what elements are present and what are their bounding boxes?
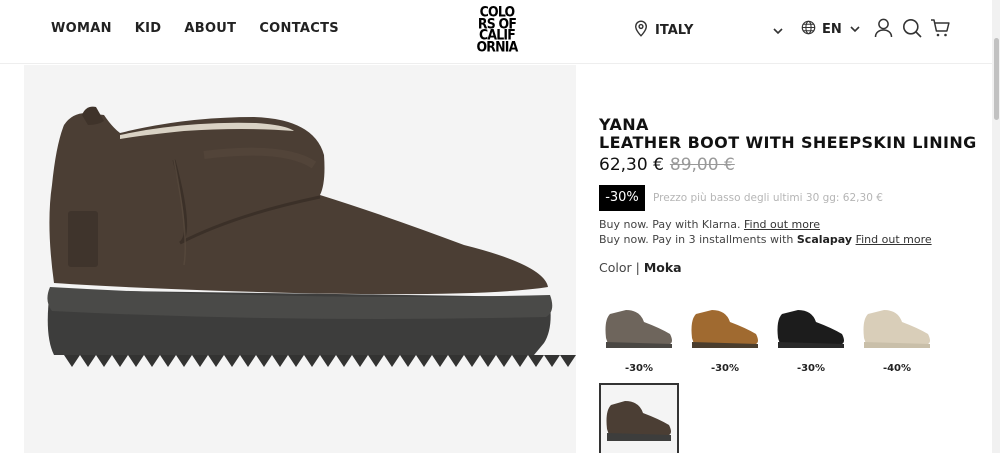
variant-swatch[interactable] (686, 292, 764, 362)
logo-line: ORNIA (476, 37, 518, 55)
color-value: Moka (643, 260, 682, 275)
variant-swatch[interactable] (858, 292, 936, 362)
variant-discount: -40% (882, 363, 912, 374)
discount-row: -30% Prezzo più basso degli ultimi 30 gg… (599, 185, 883, 211)
product-image[interactable] (24, 65, 592, 453)
nav-contacts[interactable]: CONTACTS (259, 20, 339, 38)
nav-woman[interactable]: WOMAN (51, 20, 112, 38)
boot-thumbnail (605, 310, 672, 348)
variant-discount: -30% (624, 363, 654, 374)
product-title: LEATHER BOOT WITH SHEEPSKIN LINING (599, 133, 977, 152)
main-nav: WOMAN KID ABOUT CONTACTS (51, 20, 362, 38)
boot-illustration (47, 106, 592, 367)
country-selector[interactable]: ITALY (634, 20, 693, 41)
globe-icon (801, 20, 816, 39)
user-icon[interactable] (874, 18, 893, 42)
variant-discount: -30% (710, 363, 740, 374)
brand-logo[interactable]: COLO RS OF CALIF ORNIA (470, 0, 524, 58)
page-scrollbar[interactable] (992, 0, 1000, 453)
country-label: ITALY (655, 22, 694, 38)
variant-discount: -30% (796, 363, 826, 374)
boot-thumbnail (777, 310, 844, 348)
language-label: EN (822, 21, 842, 37)
selected-gallery-thumbnail[interactable] (599, 383, 679, 453)
scalapay-brand: Scalapay (796, 233, 853, 246)
nav-about[interactable]: ABOUT (184, 20, 236, 38)
chevron-down-icon[interactable] (772, 22, 784, 41)
boot-thumbnail (691, 310, 758, 348)
boot-thumbnail (863, 310, 930, 348)
cart-icon[interactable] (930, 18, 950, 42)
boot-thumbnail (606, 401, 671, 441)
color-label: Color | (599, 260, 640, 275)
lowest-price-note: Prezzo più basso degli ultimi 30 gg: 62,… (653, 192, 883, 204)
language-selector[interactable]: EN (801, 20, 861, 39)
klarna-row: Buy now. Pay with Klarna. Find out more (599, 218, 820, 231)
old-price: 89,00 € (669, 155, 735, 175)
search-icon[interactable] (902, 18, 922, 42)
product-info: YANA LEATHER BOOT WITH SHEEPSKIN LINING … (599, 115, 979, 275)
scalapay-link[interactable]: Find out more (856, 233, 932, 246)
map-pin-icon (634, 20, 648, 41)
current-price: 62,30 € (599, 155, 664, 175)
discount-badge: -30% (599, 185, 645, 211)
scalapay-text: Buy now. Pay in 3 installments with (599, 233, 794, 246)
color-row: Color | Moka (599, 260, 682, 275)
nav-kid[interactable]: KID (135, 20, 162, 38)
scalapay-row: Buy now. Pay in 3 installments with Scal… (599, 233, 932, 246)
klarna-link[interactable]: Find out more (744, 218, 820, 231)
variant-swatch[interactable] (600, 292, 678, 362)
product-brand: YANA (599, 115, 649, 134)
klarna-text: Buy now. Pay with Klarna. (599, 218, 741, 231)
site-header: WOMAN KID ABOUT CONTACTS COLO RS OF CALI… (0, 0, 1000, 64)
variant-swatch[interactable] (772, 292, 850, 362)
price-row: 62,30 € 89,00 € (599, 155, 979, 175)
scrollbar-thumb[interactable] (994, 38, 999, 120)
chevron-down-icon (849, 20, 861, 39)
